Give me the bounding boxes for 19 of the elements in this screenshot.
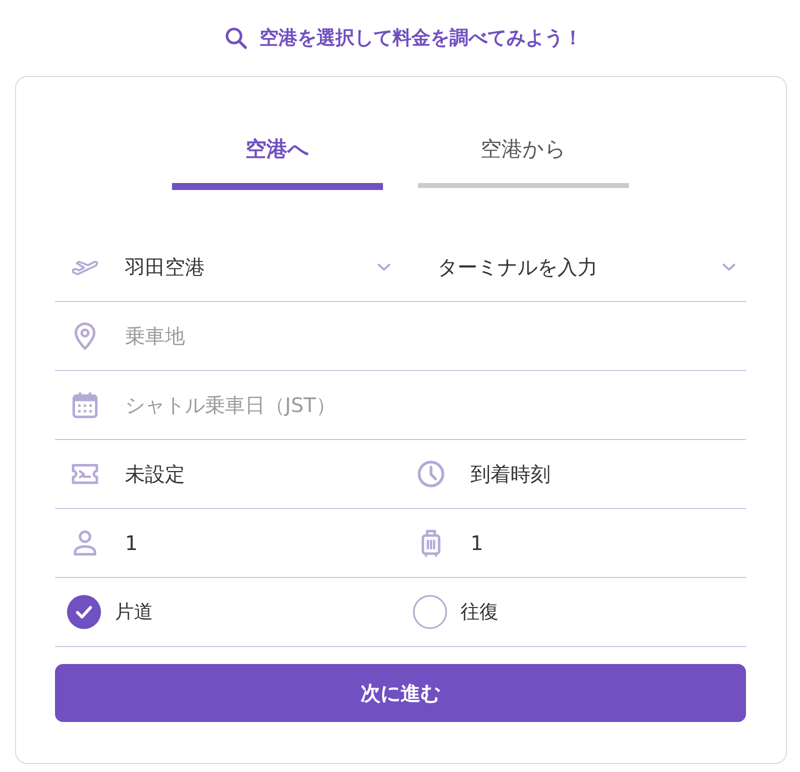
terminal-select[interactable]: ターミナルを入力 — [438, 252, 738, 282]
radio-label[interactable]: 片道 — [115, 598, 153, 626]
heading-text: 空港を選択して料金を調べてみよう！ — [260, 26, 582, 51]
passenger-count-field[interactable]: 1 — [125, 528, 392, 558]
search-icon — [224, 26, 248, 50]
flight-field[interactable]: 未設定 — [125, 459, 392, 489]
radio-button[interactable] — [412, 595, 446, 629]
airport-select[interactable]: 羽田空港 — [125, 252, 392, 282]
pickup-location-input[interactable]: 乗車地 — [125, 321, 738, 351]
calendar-icon — [70, 390, 100, 420]
radio-label[interactable]: 往復 — [460, 598, 498, 626]
radio-button[interactable] — [67, 595, 101, 629]
arrival-time-field[interactable]: 到着時刻 — [470, 459, 738, 489]
luggage-count-field[interactable]: 1 — [470, 528, 738, 558]
clock-icon — [416, 459, 446, 489]
next-button[interactable]: 次に進む — [55, 664, 746, 722]
tab[interactable]: 空港から — [418, 134, 629, 188]
date-input[interactable]: シャトル乗車日（JST） — [125, 390, 738, 420]
tab[interactable]: 空港へ — [172, 134, 383, 190]
